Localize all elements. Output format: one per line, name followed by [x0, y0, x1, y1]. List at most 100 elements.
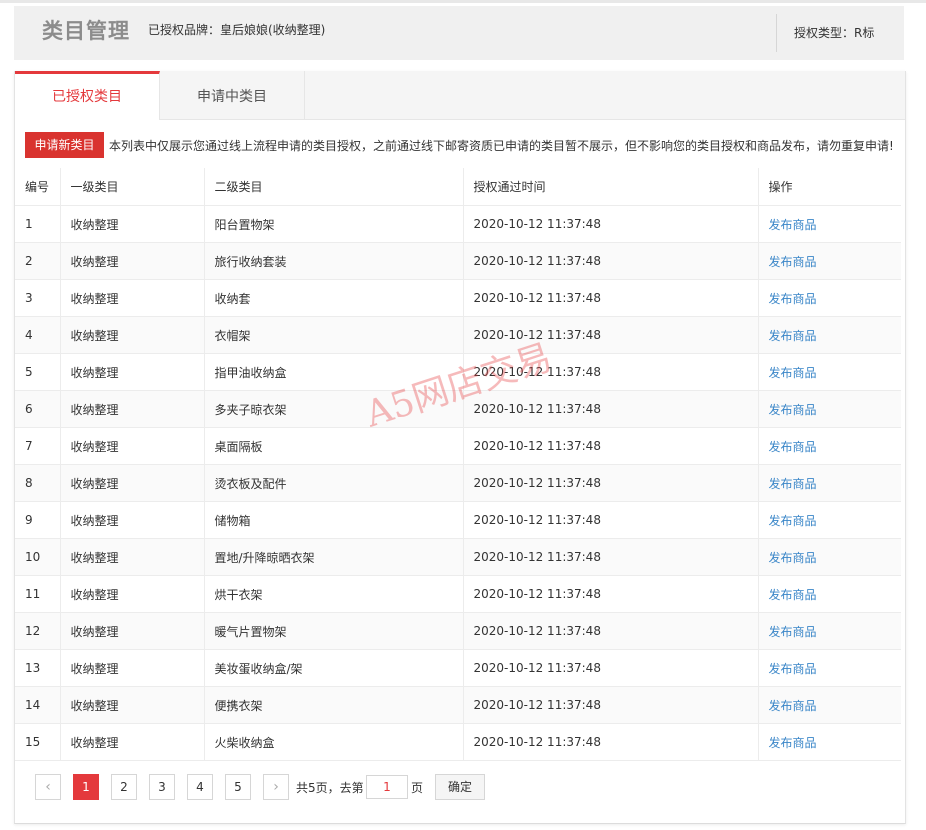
publish-product-link[interactable]: 发布商品: [758, 464, 901, 502]
cell-no: 11: [15, 575, 61, 613]
category-table: 编号 一级类目 二级类目 授权通过时间 操作 1 收纳整理 阳台置物架 2020-10…: [15, 168, 901, 761]
cell-no: 13: [15, 649, 61, 687]
cell-level1: 收纳整理: [60, 242, 205, 280]
page-title: 类目管理: [42, 19, 130, 43]
cell-level2: 多夹子晾衣架: [204, 390, 464, 428]
table-body: 1 收纳整理 阳台置物架 2020-10-12 11:37:48 发布商品 2 收纳整理 旅行…: [15, 205, 901, 761]
publish-product-link[interactable]: 发布商品: [758, 501, 901, 539]
cell-time: 2020-10-12 11:37:48: [463, 427, 759, 465]
cell-time: 2020-10-12 11:37:48: [463, 723, 759, 761]
table-row: 7 收纳整理 桌面隔板 2020-10-12 11:37:48 发布商品: [15, 427, 901, 465]
cell-no: 14: [15, 686, 61, 724]
cell-no: 15: [15, 723, 61, 761]
table-row: 9 收纳整理 储物箱 2020-10-12 11:37:48 发布商品: [15, 501, 901, 539]
publish-product-link[interactable]: 发布商品: [758, 279, 901, 317]
cell-level1: 收纳整理: [60, 612, 205, 650]
auth-type: 授权类型：R标: [794, 26, 875, 40]
table-row: 5 收纳整理 指甲油收纳盒 2020-10-12 11:37:48 发布商品: [15, 353, 901, 391]
cell-level2: 收纳套: [204, 279, 464, 317]
publish-product-link[interactable]: 发布商品: [758, 575, 901, 613]
cell-level2: 烘干衣架: [204, 575, 464, 613]
cell-level1: 收纳整理: [60, 686, 205, 724]
top-divider: [0, 0, 926, 3]
page-button-2[interactable]: 2: [111, 774, 137, 800]
table-row: 10 收纳整理 置地/升降晾晒衣架 2020-10-12 11:37:48 发布商品: [15, 538, 901, 576]
cell-no: 5: [15, 353, 61, 391]
cell-no: 2: [15, 242, 61, 280]
publish-product-link[interactable]: 发布商品: [758, 353, 901, 391]
cell-time: 2020-10-12 11:37:48: [463, 390, 759, 428]
cell-time: 2020-10-12 11:37:48: [463, 464, 759, 502]
cell-level1: 收纳整理: [60, 501, 205, 539]
table-header-row: 编号 一级类目 二级类目 授权通过时间 操作: [15, 168, 901, 206]
next-page-button[interactable]: ›: [263, 774, 289, 800]
column-header-level2: 二级类目: [204, 168, 464, 206]
table-row: 2 收纳整理 旅行收纳套装 2020-10-12 11:37:48 发布商品: [15, 242, 901, 280]
table-row: 11 收纳整理 烘干衣架 2020-10-12 11:37:48 发布商品: [15, 575, 901, 613]
cell-no: 4: [15, 316, 61, 354]
publish-product-link[interactable]: 发布商品: [758, 242, 901, 280]
page-button-4[interactable]: 4: [187, 774, 213, 800]
publish-product-link[interactable]: 发布商品: [758, 538, 901, 576]
cell-level2: 暖气片置物架: [204, 612, 464, 650]
publish-product-link[interactable]: 发布商品: [758, 649, 901, 687]
page-button-3[interactable]: 3: [149, 774, 175, 800]
cell-no: 7: [15, 427, 61, 465]
tab-authorized-categories[interactable]: 已授权类目: [15, 71, 160, 120]
cell-level2: 便携衣架: [204, 686, 464, 724]
cell-level1: 收纳整理: [60, 575, 205, 613]
cell-level2: 火柴收纳盒: [204, 723, 464, 761]
cell-level2: 置地/升降晾晒衣架: [204, 538, 464, 576]
cell-level1: 收纳整理: [60, 538, 205, 576]
goto-confirm-button[interactable]: 确定: [435, 774, 485, 800]
publish-product-link[interactable]: 发布商品: [758, 390, 901, 428]
cell-level2: 阳台置物架: [204, 205, 464, 243]
cell-level2: 衣帽架: [204, 316, 464, 354]
column-header-level1: 一级类目: [60, 168, 205, 206]
page-suffix-text: 页: [411, 781, 424, 795]
cell-level1: 收纳整理: [60, 649, 205, 687]
apply-new-category-button[interactable]: 申请新类目: [25, 132, 104, 158]
cell-time: 2020-10-12 11:37:48: [463, 686, 759, 724]
goto-page-input[interactable]: 1: [366, 775, 408, 799]
table-row: 15 收纳整理 火柴收纳盒 2020-10-12 11:37:48 发布商品: [15, 723, 901, 761]
page-button-5[interactable]: 5: [225, 774, 251, 800]
publish-product-link[interactable]: 发布商品: [758, 427, 901, 465]
notice-text: 本列表中仅展示您通过线上流程申请的类目授权，之前通过线下邮寄资质已申请的类目暂不…: [109, 139, 894, 153]
cell-level1: 收纳整理: [60, 279, 205, 317]
cell-level2: 储物箱: [204, 501, 464, 539]
page-header: 类目管理 已授权品牌：皇后娘娘(收纳整理) 授权类型：R标: [14, 6, 904, 60]
content-panel: 已授权类目 申请中类目 申请新类目 本列表中仅展示您通过线上流程申请的类目授权，…: [14, 71, 906, 824]
header-divider: [776, 14, 777, 52]
tab-pending-categories[interactable]: 申请中类目: [160, 71, 305, 119]
cell-level1: 收纳整理: [60, 723, 205, 761]
publish-product-link[interactable]: 发布商品: [758, 612, 901, 650]
prev-page-button[interactable]: ‹: [35, 774, 61, 800]
authorized-brand: 已授权品牌：皇后娘娘(收纳整理): [148, 23, 326, 37]
cell-level2: 美妆蛋收纳盒/架: [204, 649, 464, 687]
cell-no: 10: [15, 538, 61, 576]
publish-product-link[interactable]: 发布商品: [758, 686, 901, 724]
publish-product-link[interactable]: 发布商品: [758, 316, 901, 354]
publish-product-link[interactable]: 发布商品: [758, 723, 901, 761]
table-row: 8 收纳整理 烫衣板及配件 2020-10-12 11:37:48 发布商品: [15, 464, 901, 502]
table-row: 3 收纳整理 收纳套 2020-10-12 11:37:48 发布商品: [15, 279, 901, 317]
cell-time: 2020-10-12 11:37:48: [463, 279, 759, 317]
column-header-no: 编号: [15, 168, 61, 206]
table-row: 1 收纳整理 阳台置物架 2020-10-12 11:37:48 发布商品: [15, 205, 901, 243]
cell-level1: 收纳整理: [60, 390, 205, 428]
table-row: 6 收纳整理 多夹子晾衣架 2020-10-12 11:37:48 发布商品: [15, 390, 901, 428]
table-row: 14 收纳整理 便携衣架 2020-10-12 11:37:48 发布商品: [15, 686, 901, 724]
page-button-1[interactable]: 1: [73, 774, 99, 800]
tab-bar: 已授权类目 申请中类目: [15, 71, 905, 120]
cell-no: 3: [15, 279, 61, 317]
cell-level1: 收纳整理: [60, 353, 205, 391]
notice-bar: 申请新类目 本列表中仅展示您通过线上流程申请的类目授权，之前通过线下邮寄资质已申…: [25, 132, 905, 158]
cell-time: 2020-10-12 11:37:48: [463, 316, 759, 354]
cell-level1: 收纳整理: [60, 316, 205, 354]
total-pages-text: 共5页，去第: [296, 781, 364, 795]
publish-product-link[interactable]: 发布商品: [758, 205, 901, 243]
table-row: 12 收纳整理 暖气片置物架 2020-10-12 11:37:48 发布商品: [15, 612, 901, 650]
cell-no: 12: [15, 612, 61, 650]
cell-no: 6: [15, 390, 61, 428]
